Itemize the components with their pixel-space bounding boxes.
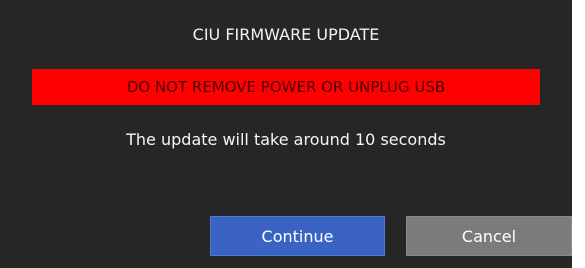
cancel-button[interactable]: Cancel bbox=[406, 216, 572, 256]
warning-text: DO NOT REMOVE POWER OR UNPLUG USB bbox=[126, 78, 446, 96]
firmware-update-dialog: CIU FIRMWARE UPDATE DO NOT REMOVE POWER … bbox=[0, 0, 572, 268]
warning-banner: DO NOT REMOVE POWER OR UNPLUG USB bbox=[32, 69, 540, 105]
continue-button[interactable]: Continue bbox=[210, 216, 385, 256]
dialog-title: CIU FIRMWARE UPDATE bbox=[192, 25, 380, 44]
update-message: The update will take around 10 seconds bbox=[126, 130, 446, 149]
